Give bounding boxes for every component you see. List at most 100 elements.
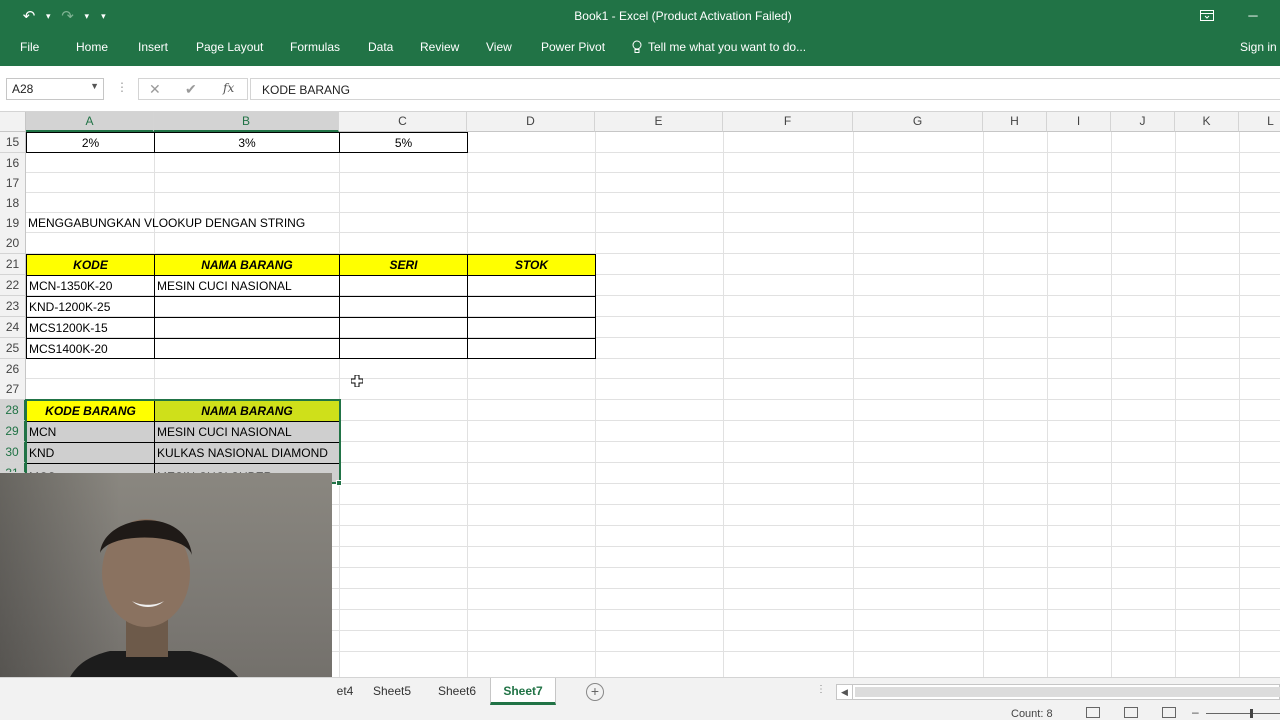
sheet-tab-sheet6[interactable]: Sheet6	[425, 678, 489, 705]
cell-c15[interactable]: 5%	[339, 132, 468, 153]
row-header-18[interactable]: 18	[0, 193, 26, 214]
tab-power-pivot[interactable]: Power Pivot	[541, 40, 605, 54]
table-cell-seri-2[interactable]	[339, 296, 468, 318]
table-header-seri[interactable]: SERI	[339, 254, 468, 276]
table-cell-seri-3[interactable]	[339, 317, 468, 339]
lookup-cell-kode-1[interactable]: MCN	[26, 421, 155, 443]
row-header-31[interactable]: 31	[0, 463, 26, 473]
select-all-corner[interactable]	[0, 112, 26, 132]
ribbon-display-options-icon[interactable]	[1192, 4, 1222, 26]
row-header-28[interactable]: 28	[0, 400, 26, 421]
row-header-29[interactable]: 29	[0, 421, 26, 442]
column-header-d[interactable]: D	[467, 112, 595, 132]
horizontal-scrollbar[interactable]: ◀	[836, 684, 1280, 700]
tab-review[interactable]: Review	[420, 40, 459, 54]
scroll-left-icon[interactable]: ◀	[837, 685, 853, 699]
table-cell-stok-2[interactable]	[467, 296, 596, 318]
table-cell-kode-1[interactable]: MCN-1350K-20	[26, 275, 155, 297]
table-cell-kode-4[interactable]: MCS1400K-20	[26, 338, 155, 359]
table-cell-nama-4[interactable]	[154, 338, 340, 359]
column-header-g[interactable]: G	[853, 112, 983, 132]
row-header-25[interactable]: 25	[0, 338, 26, 359]
page-break-view-icon[interactable]	[1162, 707, 1176, 718]
formula-bar: A28 ▼ ⋮ ✕ ✔ fx KODE BARANG	[0, 66, 1280, 112]
zoom-slider-knob[interactable]	[1250, 709, 1253, 718]
lookup-header-kode-barang[interactable]: KODE BARANG	[26, 400, 155, 422]
sheet-tab-sheet7[interactable]: Sheet7	[490, 678, 556, 705]
row-header-17[interactable]: 17	[0, 173, 26, 194]
row-header-30[interactable]: 30	[0, 442, 26, 463]
lookup-cell-nama-1[interactable]: MESIN CUCI NASIONAL	[154, 421, 340, 443]
window-title: Book1 - Excel (Product Activation Failed…	[574, 9, 792, 23]
column-header-k[interactable]: K	[1175, 112, 1239, 132]
sheet-tabs-bar: et4 Sheet5 Sheet6 Sheet7 + ⋮ ◀	[0, 677, 1280, 705]
sign-in-link[interactable]: Sign in	[1240, 40, 1277, 54]
tab-view[interactable]: View	[486, 40, 512, 54]
cell-a19[interactable]: MENGGABUNGKAN VLOOKUP DENGAN STRING	[26, 213, 466, 234]
column-header-c[interactable]: C	[339, 112, 467, 132]
column-header-e[interactable]: E	[595, 112, 723, 132]
row-header-22[interactable]: 22	[0, 275, 26, 296]
table-cell-nama-3[interactable]	[154, 317, 340, 339]
enter-icon[interactable]: ✔	[185, 81, 197, 98]
tab-home[interactable]: Home	[76, 40, 108, 54]
column-header-i[interactable]: I	[1047, 112, 1111, 132]
formula-bar-grip-icon[interactable]: ⋮	[116, 80, 128, 94]
insert-function-icon[interactable]: fx	[223, 81, 234, 95]
row-header-15[interactable]: 15	[0, 132, 26, 153]
row-header-26[interactable]: 26	[0, 359, 26, 380]
table-cell-stok-4[interactable]	[467, 338, 596, 359]
column-header-h[interactable]: H	[983, 112, 1047, 132]
table-cell-seri-4[interactable]	[339, 338, 468, 359]
table-cell-nama-1[interactable]: MESIN CUCI NASIONAL	[154, 275, 340, 297]
row-header-19[interactable]: 19	[0, 213, 26, 234]
table-header-stok[interactable]: STOK	[467, 254, 596, 276]
tab-file[interactable]: File	[20, 40, 39, 54]
tab-insert[interactable]: Insert	[138, 40, 168, 54]
formula-input[interactable]: KODE BARANG	[250, 78, 1280, 100]
column-header-l[interactable]: L	[1239, 112, 1280, 132]
column-header-j[interactable]: J	[1111, 112, 1175, 132]
tab-data[interactable]: Data	[368, 40, 393, 54]
page-layout-view-icon[interactable]	[1124, 707, 1138, 718]
tab-page-layout[interactable]: Page Layout	[196, 40, 263, 54]
fill-handle[interactable]	[336, 480, 342, 486]
cell-b15[interactable]: 3%	[154, 132, 340, 153]
table-header-kode[interactable]: KODE	[26, 254, 155, 276]
cell-a15[interactable]: 2%	[26, 132, 155, 153]
column-header-a[interactable]: A	[26, 112, 154, 132]
tab-splitter-icon[interactable]: ⋮	[816, 684, 826, 695]
add-sheet-icon[interactable]: +	[586, 683, 604, 701]
lookup-cell-kode-2[interactable]: KND	[26, 442, 155, 464]
table-cell-seri-1[interactable]	[339, 275, 468, 297]
sheet-tab-sheet4[interactable]: et4	[332, 678, 358, 705]
row-header-16[interactable]: 16	[0, 153, 26, 174]
cancel-icon[interactable]: ✕	[149, 81, 161, 98]
sheet-tab-sheet5[interactable]: Sheet5	[360, 678, 424, 705]
tab-formulas[interactable]: Formulas	[290, 40, 340, 54]
lookup-header-nama-barang[interactable]: NAMA BARANG	[154, 400, 340, 422]
normal-view-icon[interactable]	[1086, 707, 1100, 718]
row-header-23[interactable]: 23	[0, 296, 26, 317]
minimize-icon[interactable]: ─	[1238, 4, 1268, 26]
name-box[interactable]: A28 ▼	[6, 78, 104, 100]
table-cell-kode-3[interactable]: MCS1200K-15	[26, 317, 155, 339]
scrollbar-thumb[interactable]	[855, 687, 1280, 697]
name-box-dropdown-icon[interactable]: ▼	[90, 81, 99, 91]
column-header-f[interactable]: F	[723, 112, 853, 132]
zoom-out-icon[interactable]: –	[1192, 705, 1199, 719]
formula-buttons: ✕ ✔ fx	[138, 78, 248, 100]
table-header-nama-barang[interactable]: NAMA BARANG	[154, 254, 340, 276]
column-header-b[interactable]: B	[154, 112, 339, 132]
row-header-24[interactable]: 24	[0, 317, 26, 338]
row-header-21[interactable]: 21	[0, 254, 26, 275]
table-cell-stok-3[interactable]	[467, 317, 596, 339]
row-header-27[interactable]: 27	[0, 379, 26, 400]
row-header-20[interactable]: 20	[0, 233, 26, 254]
table-cell-nama-2[interactable]	[154, 296, 340, 318]
table-cell-stok-1[interactable]	[467, 275, 596, 297]
lookup-cell-nama-2[interactable]: KULKAS NASIONAL DIAMOND	[154, 442, 340, 464]
zoom-slider[interactable]	[1206, 713, 1280, 714]
table-cell-kode-2[interactable]: KND-1200K-25	[26, 296, 155, 318]
tell-me-box[interactable]: Tell me what you want to do...	[632, 40, 806, 54]
